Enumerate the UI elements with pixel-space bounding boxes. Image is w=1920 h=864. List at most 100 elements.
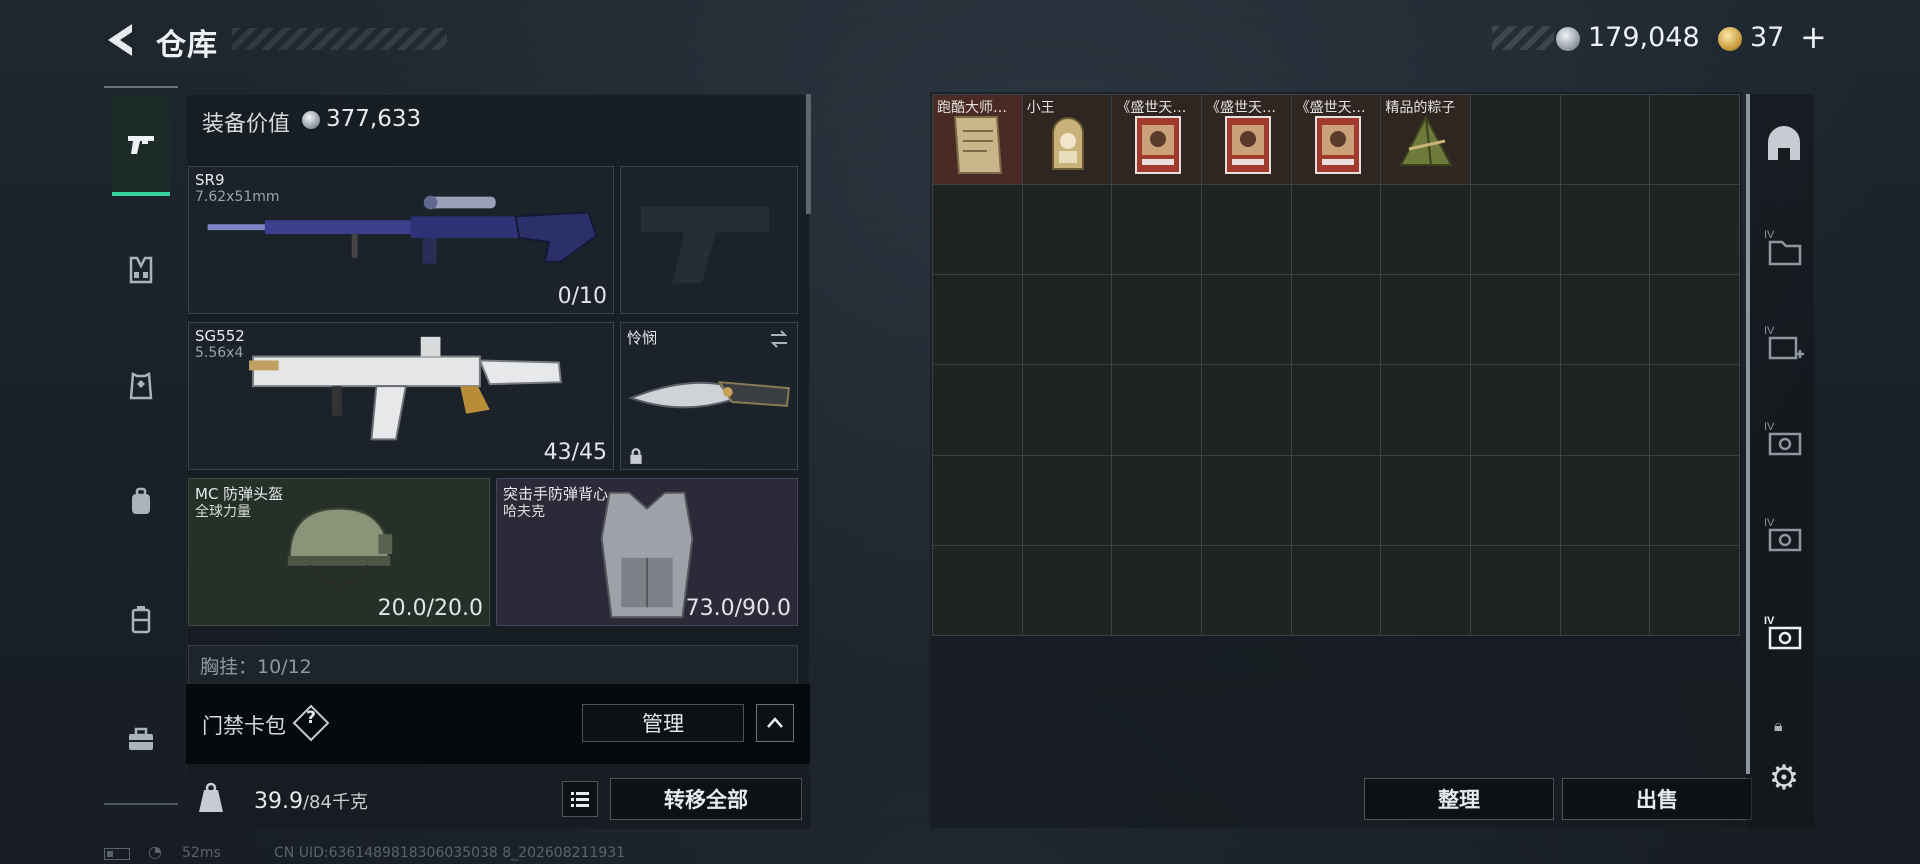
storage-page-1[interactable]: IV [1760, 224, 1808, 272]
empty-cell[interactable] [1470, 95, 1560, 185]
collapse-button[interactable] [756, 704, 794, 742]
svg-text:IV: IV [1764, 517, 1775, 529]
warehouse-item[interactable]: 小王 [1022, 95, 1112, 185]
category-weapons[interactable] [112, 96, 170, 196]
empty-cell[interactable] [1022, 275, 1112, 365]
storage-page-2[interactable]: IV [1760, 320, 1808, 368]
settings-gear-icon[interactable]: ⚙ [1762, 758, 1806, 802]
storage-page-3[interactable]: IV [1760, 416, 1808, 464]
empty-cell[interactable] [1022, 365, 1112, 455]
helmet-slot[interactable]: MC 防弹头盔 全球力量 20.0/20.0 [188, 478, 490, 626]
durability: 20.0/20.0 [377, 596, 483, 621]
empty-cell[interactable] [1470, 545, 1560, 635]
rail-bottom-line [104, 803, 178, 805]
secondary-weapon-slot[interactable]: SG552 5.56x4 43/45 [188, 322, 614, 470]
empty-cell[interactable] [1650, 275, 1739, 365]
weight-current: 39.9 [254, 789, 303, 814]
storage-home-button[interactable] [1760, 120, 1808, 168]
warehouse-item[interactable]: 《盛世天… [1201, 95, 1291, 185]
pistol-slot-empty[interactable] [620, 166, 798, 314]
empty-cell[interactable] [933, 545, 1022, 635]
empty-cell[interactable] [1112, 365, 1201, 455]
svg-text:IV: IV [1764, 229, 1775, 241]
silver-coin-icon [1556, 27, 1580, 51]
rail-top-line [104, 86, 178, 88]
equip-value-label: 装备价值 [202, 112, 291, 137]
empty-cell[interactable] [1291, 365, 1381, 455]
weight-value: 39.9/84千克 [254, 788, 368, 814]
sort-button[interactable]: 整理 [1364, 778, 1554, 820]
box-plus-icon: IV [1764, 325, 1804, 360]
category-vest[interactable] [112, 220, 170, 320]
category-case[interactable] [112, 690, 170, 790]
empty-cell[interactable] [1291, 455, 1381, 545]
list-view-button[interactable] [562, 781, 598, 817]
warehouse-item[interactable]: 《盛世天… [1112, 95, 1201, 185]
empty-cell[interactable] [1022, 455, 1112, 545]
empty-cell[interactable] [1470, 365, 1560, 455]
empty-cell[interactable] [1381, 185, 1470, 275]
empty-cell[interactable] [1560, 545, 1650, 635]
empty-cell[interactable] [1650, 455, 1739, 545]
empty-cell[interactable] [1470, 275, 1560, 365]
empty-cell[interactable] [1470, 455, 1560, 545]
empty-cell[interactable] [1201, 545, 1291, 635]
empty-cell[interactable] [1112, 455, 1201, 545]
empty-cell[interactable] [1650, 185, 1739, 275]
empty-cell[interactable] [933, 185, 1022, 275]
empty-cell[interactable] [1381, 545, 1470, 635]
loadout-scrollbar[interactable] [806, 94, 811, 214]
empty-cell[interactable] [1381, 365, 1470, 455]
empty-cell[interactable] [1291, 545, 1381, 635]
empty-cell[interactable] [1201, 365, 1291, 455]
help-icon-glyph: ? [306, 708, 316, 728]
empty-cell[interactable] [933, 275, 1022, 365]
empty-cell[interactable] [1560, 95, 1650, 185]
category-container[interactable] [112, 570, 170, 670]
empty-cell[interactable] [1112, 275, 1201, 365]
currency-gold: 37 [1750, 22, 1785, 53]
pistol-icon [128, 136, 154, 154]
storage-page-5[interactable]: IV [1760, 610, 1808, 658]
empty-cell[interactable] [1650, 545, 1739, 635]
empty-cell[interactable] [1112, 185, 1201, 275]
empty-cell[interactable] [1470, 185, 1560, 275]
empty-cell[interactable] [933, 365, 1022, 455]
empty-cell[interactable] [1022, 185, 1112, 275]
empty-cell[interactable] [1112, 545, 1201, 635]
empty-cell[interactable] [1201, 455, 1291, 545]
empty-cell[interactable] [1201, 185, 1291, 275]
category-armor[interactable] [112, 336, 170, 436]
empty-cell[interactable] [1381, 455, 1470, 545]
chevron-up-icon [767, 717, 783, 728]
back-button[interactable] [100, 18, 144, 62]
warehouse-item[interactable]: 跑酷大师… [933, 95, 1022, 185]
warehouse-item[interactable]: 精品的粽子 [1381, 95, 1470, 185]
empty-cell[interactable] [1560, 275, 1650, 365]
category-backpack[interactable] [112, 452, 170, 552]
weight-icon [199, 782, 223, 812]
empty-cell[interactable] [1291, 275, 1381, 365]
manage-button[interactable]: 管理 [582, 704, 744, 742]
storage-page-4[interactable]: IV [1760, 512, 1808, 560]
warehouse-item[interactable]: 《盛世天… [1291, 95, 1381, 185]
body-armor-slot[interactable]: 突击手防弹背心 哈夫克 73.0/90.0 [496, 478, 798, 626]
empty-cell[interactable] [1381, 275, 1470, 365]
empty-cell[interactable] [1291, 185, 1381, 275]
title-decoration [232, 28, 447, 50]
add-gold-button[interactable]: + [1800, 18, 1827, 56]
empty-cell[interactable] [1022, 545, 1112, 635]
empty-cell[interactable] [1650, 95, 1739, 185]
transfer-all-button[interactable]: 转移全部 [610, 778, 802, 820]
empty-cell[interactable] [1201, 275, 1291, 365]
ping-readout: 52ms [182, 845, 221, 861]
empty-cell[interactable] [1560, 455, 1650, 545]
sell-button[interactable]: 出售 [1562, 778, 1752, 820]
melee-slot[interactable]: 怜悯 [620, 322, 798, 470]
empty-cell[interactable] [1560, 365, 1650, 455]
empty-cell[interactable] [933, 455, 1022, 545]
empty-cell[interactable] [1560, 185, 1650, 275]
primary-weapon-slot[interactable]: SR9 7.62x51mm 0/10 [188, 166, 614, 314]
empty-cell[interactable] [1650, 365, 1739, 455]
ammo-count: 0/10 [557, 284, 607, 309]
